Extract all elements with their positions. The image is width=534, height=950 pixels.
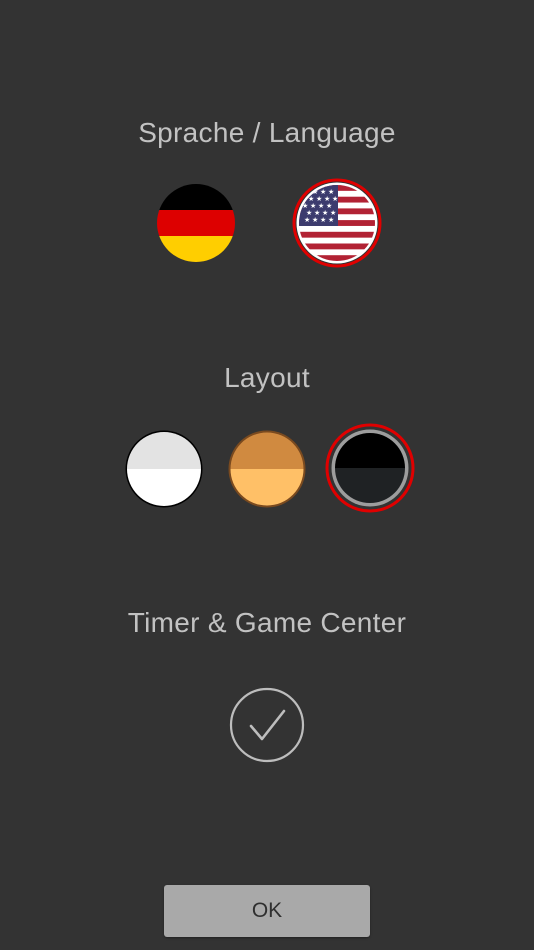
timer-toggle[interactable] — [229, 687, 305, 763]
svg-text:★: ★ — [332, 195, 338, 203]
svg-text:★: ★ — [328, 216, 334, 224]
us-flag-option[interactable]: ★ ★ ★ ★ ★ ★ ★ ★ ★ ★ ★ ★ ★ ★ ★ ★ ★ ★ ★ ★ — [292, 178, 382, 268]
light-theme-swatch-icon — [125, 430, 203, 508]
settings-screen: Sprache / Language ★ ★ ★ ★ ★ ★ ★ ★ ★ ★ ★… — [0, 0, 534, 950]
ok-button[interactable]: OK — [164, 885, 370, 937]
dark-theme-swatch-icon — [325, 423, 415, 513]
svg-text:★: ★ — [312, 216, 318, 224]
timer-section-title: Timer & Game Center — [127, 607, 407, 638]
german-flag-icon — [157, 184, 235, 262]
svg-text:★: ★ — [304, 216, 310, 224]
orange-theme-option[interactable] — [227, 429, 307, 509]
checkmark-icon — [229, 687, 305, 763]
german-flag-option[interactable] — [157, 184, 235, 262]
dark-theme-option[interactable] — [325, 423, 415, 513]
orange-theme-swatch-icon — [228, 430, 306, 508]
language-section-title: Sprache / Language — [138, 117, 396, 148]
svg-text:★: ★ — [320, 216, 326, 224]
layout-section-title: Layout — [224, 362, 310, 393]
us-flag-icon: ★ ★ ★ ★ ★ ★ ★ ★ ★ ★ ★ ★ ★ ★ ★ ★ ★ ★ ★ ★ — [292, 178, 382, 268]
light-theme-option[interactable] — [124, 429, 204, 509]
